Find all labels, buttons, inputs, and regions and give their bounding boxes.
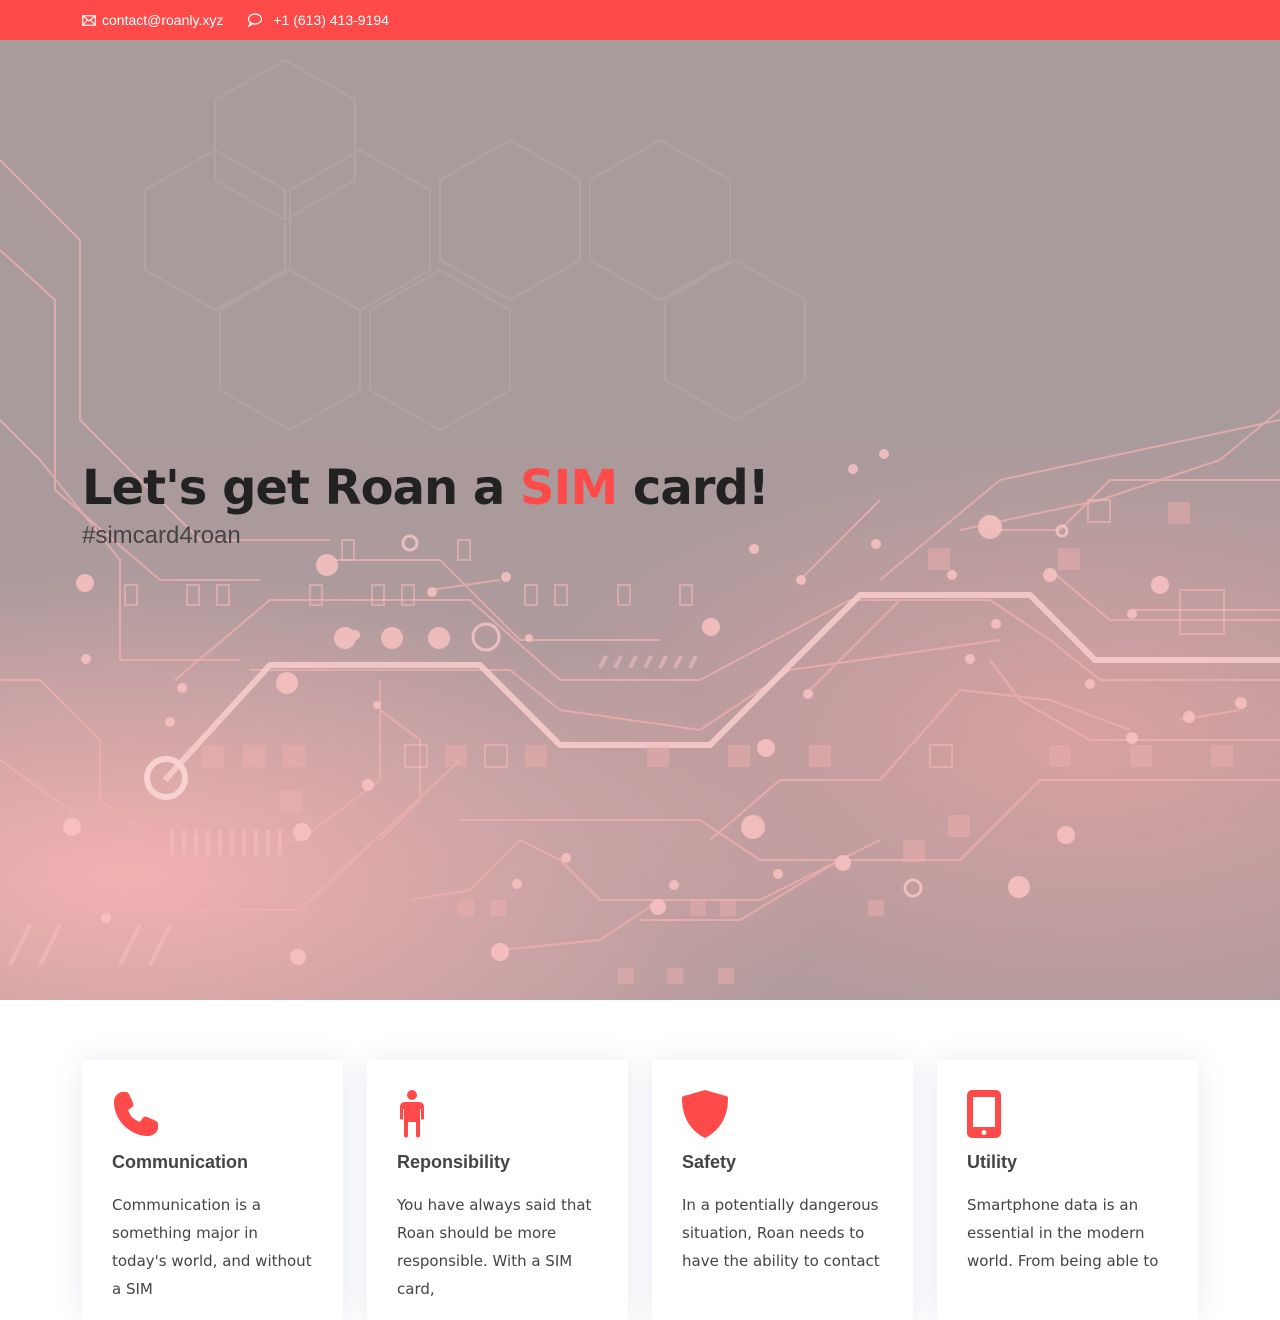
feature-cards: Communication Communication is a somethi… [82, 1060, 1198, 1320]
smartphone-icon [967, 1090, 1168, 1138]
hero-title-accent: SIM [519, 460, 618, 516]
hero-subtitle: #simcard4roan [82, 522, 241, 549]
feature-text: In a potentially dangerous situation, Ro… [682, 1196, 880, 1270]
feature-title: Communication [112, 1152, 249, 1172]
hero-title-suffix: card! [617, 460, 770, 516]
envelope-icon [82, 14, 96, 26]
feature-card-utility: Utility Smartphone data is an essential … [937, 1060, 1198, 1320]
shield-icon [682, 1090, 883, 1138]
feature-title: Safety [682, 1152, 737, 1172]
feature-card-safety: Safety In a potentially dangerous situat… [652, 1060, 913, 1320]
person-icon [397, 1090, 598, 1138]
feature-title: Reponsibility [397, 1152, 511, 1172]
contact-phone[interactable]: +1 (613) 413-9194 [247, 12, 389, 28]
hero-section: Let's get Roan a SIM card! #simcard4roan [0, 40, 1280, 1000]
feature-text: You have always said that Roan should be… [397, 1196, 592, 1298]
contact-phone-number[interactable]: +1 (613) 413-9194 [273, 12, 389, 28]
hero-title: Let's get Roan a SIM card! [82, 458, 770, 518]
feature-text: Communication is a something major in to… [112, 1196, 312, 1298]
phone-icon [112, 1090, 313, 1138]
feature-card-responsibility: Reponsibility You have always said that … [367, 1060, 628, 1320]
contact-email[interactable]: contact@roanly.xyz [82, 12, 223, 28]
contact-email-link[interactable]: contact@roanly.xyz [102, 12, 223, 28]
feature-card-communication: Communication Communication is a somethi… [82, 1060, 343, 1320]
feature-text: Smartphone data is an essential in the m… [967, 1196, 1159, 1270]
top-bar: contact@roanly.xyz +1 (613) 413-9194 [0, 0, 1280, 40]
feature-title: Utility [967, 1152, 1018, 1172]
chat-bubble-icon [248, 13, 263, 27]
hero-content: Let's get Roan a SIM card! #simcard4roan [82, 458, 770, 550]
hero-title-prefix: Let's get Roan a [82, 460, 520, 516]
